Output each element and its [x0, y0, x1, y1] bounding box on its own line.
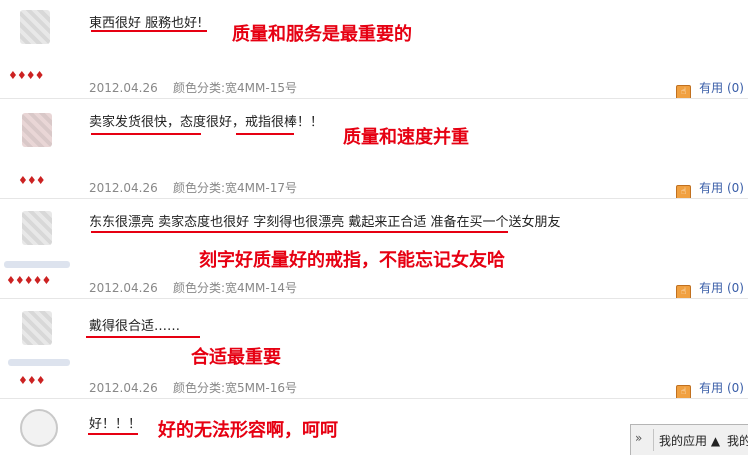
useful-label: 有用 (0) [699, 381, 744, 395]
useful-label: 有用 (0) [699, 181, 744, 195]
rank-gem-icon: ♦♦♦♦♦ [6, 274, 51, 287]
annotation-text: 好的无法形容啊，呵呵 [158, 420, 338, 441]
review-date: 2012.04.26 [89, 81, 158, 95]
annotation-underline [88, 433, 138, 435]
default-avatar-icon[interactable] [20, 409, 58, 447]
review-comment: 戴得很合适…… [89, 319, 181, 334]
review-date: 2012.04.26 [89, 281, 158, 295]
my-apps-button[interactable]: 我的应用 ▲ [659, 432, 720, 449]
annotation-underline [91, 30, 207, 32]
review-comment: 東西很好 服務也好! [89, 16, 203, 31]
review-date: 2012.04.26 [89, 381, 158, 395]
review-spec: 颜色分类:宽5MM-16号 [173, 381, 297, 395]
useful-button[interactable]: ☝ 有用 (0) [676, 279, 744, 300]
review-item: ♦♦♦♦♦ 东东很漂亮 卖家态度也很好 字刻得也很漂亮 戴起来正合适 准备在买一… [0, 198, 748, 300]
review-item: ♦♦♦ 卖家发货很快，态度很好，戒指很棒！！ 质量和速度并重 2012.04.2… [0, 98, 748, 200]
useful-button[interactable]: ☝ 有用 (0) [676, 379, 744, 400]
annotation-underline [91, 133, 201, 135]
review-item: ♦♦♦♦ 東西很好 服務也好! 质量和服务是最重要的 2012.04.26 颜色分… [0, 0, 748, 100]
annotation-text: 质量和服务是最重要的 [232, 24, 412, 45]
rank-gem-icon: ♦♦♦♦ [8, 69, 44, 82]
review-comment: 卖家发货很快，态度很好，戒指很棒！！ [89, 115, 324, 130]
useful-button[interactable]: ☝ 有用 (0) [676, 179, 744, 200]
annotation-underline [86, 336, 200, 338]
review-date: 2012.04.26 [89, 181, 158, 195]
review-meta: 2012.04.26 颜色分类:宽4MM-17号 [89, 179, 297, 196]
rank-gem-icon: ♦♦♦ [18, 374, 46, 387]
review-item: ♦♦♦ 戴得很合适…… 合适最重要 2012.04.26 颜色分类:宽5MM-16… [0, 298, 748, 400]
review-comment: 好！！！ [89, 417, 142, 432]
reviewer-name-blurred [4, 261, 70, 268]
app-taskbar: » 我的应用 ▲ 我的 [630, 424, 748, 455]
useful-button[interactable]: ☝ 有用 (0) [676, 79, 744, 100]
review-meta: 2012.04.26 颜色分类:宽4MM-15号 [89, 79, 297, 96]
avatar[interactable] [22, 211, 52, 245]
annotation-underline [91, 231, 508, 233]
review-spec: 颜色分类:宽4MM-17号 [173, 181, 297, 195]
truncated-menu-item[interactable]: 我的 [727, 432, 748, 449]
annotation-text: 刻字好质量好的戒指，不能忘记女友哈 [199, 250, 505, 271]
avatar[interactable] [20, 10, 50, 44]
review-spec: 颜色分类:宽4MM-14号 [173, 281, 297, 295]
review-spec: 颜色分类:宽4MM-15号 [173, 81, 297, 95]
review-meta: 2012.04.26 颜色分类:宽4MM-14号 [89, 279, 297, 296]
avatar[interactable] [22, 311, 52, 345]
reviewer-name-blurred [8, 359, 70, 366]
annotation-text: 质量和速度并重 [343, 127, 469, 148]
review-meta: 2012.04.26 颜色分类:宽5MM-16号 [89, 379, 297, 396]
annotation-text: 合适最重要 [191, 347, 281, 368]
useful-label: 有用 (0) [699, 281, 744, 295]
avatar[interactable] [22, 113, 52, 147]
taskbar-divider [653, 429, 654, 451]
chevron-right-icon[interactable]: » [635, 431, 642, 445]
annotation-underline [236, 133, 294, 135]
rank-gem-icon: ♦♦♦ [18, 174, 46, 187]
review-comment: 东东很漂亮 卖家态度也很好 字刻得也很漂亮 戴起来正合适 准备在买一个送女朋友 [89, 215, 561, 230]
useful-label: 有用 (0) [699, 81, 744, 95]
